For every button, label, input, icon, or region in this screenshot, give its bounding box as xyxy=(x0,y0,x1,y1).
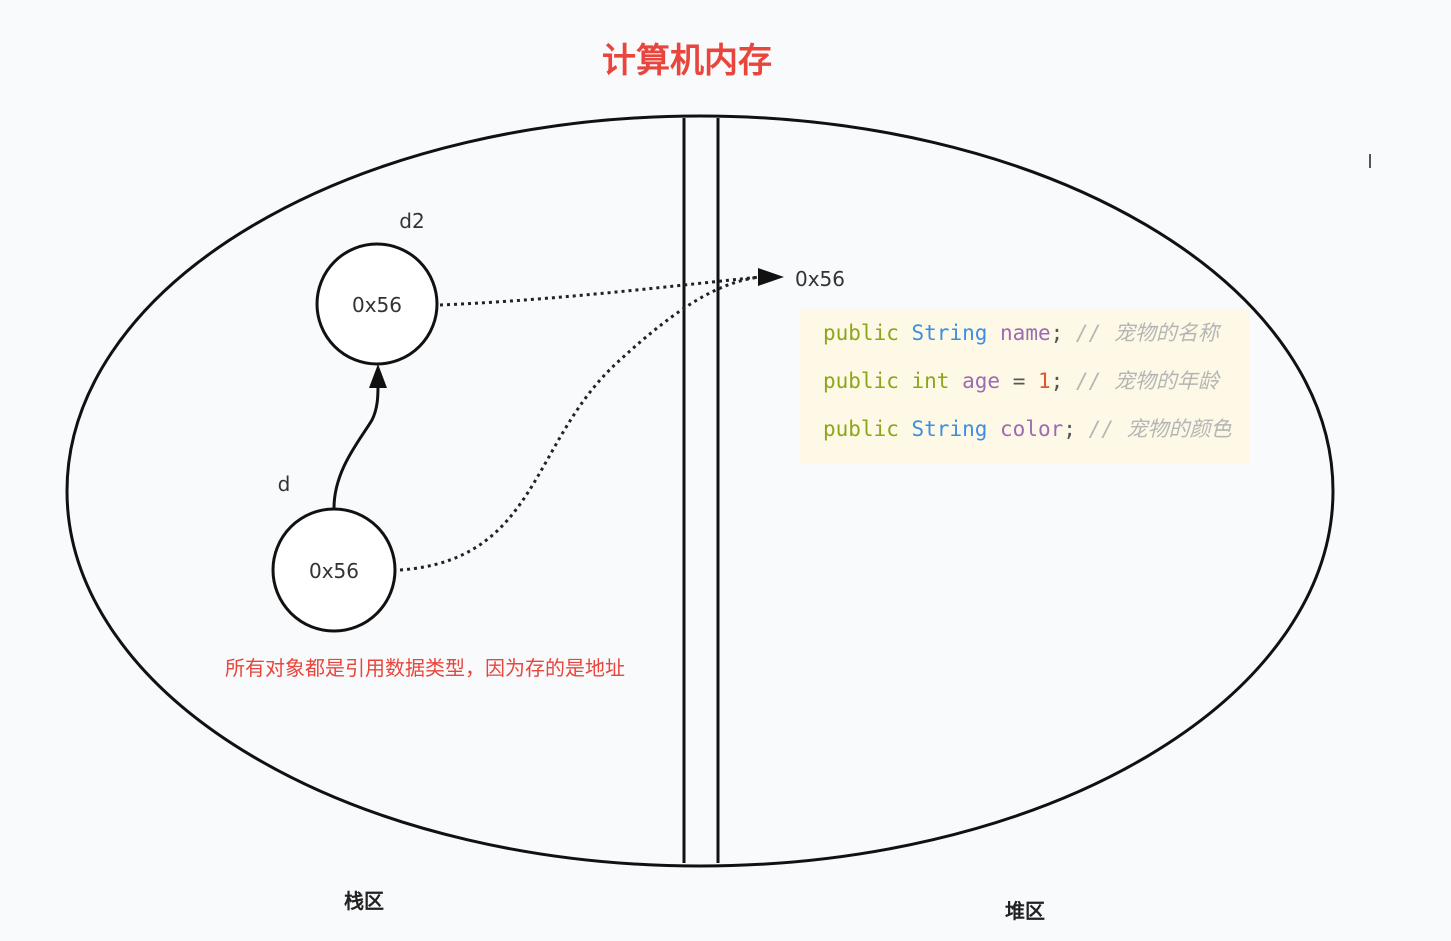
code-semicolon: ; xyxy=(1050,369,1064,393)
code-identifier: age xyxy=(962,369,1001,393)
memory-diagram: 计算机内存 0x56 d2 0x56 d 0x56 所有对象都是引用数据类型，因… xyxy=(0,0,1451,941)
code-type: int xyxy=(911,369,950,393)
text-cursor-icon xyxy=(1369,154,1371,168)
d2-reference-arrow xyxy=(439,275,761,307)
code-operator: = xyxy=(1000,369,1038,393)
d-to-d2-arrow xyxy=(332,384,380,509)
code-number: 1 xyxy=(1037,369,1051,393)
code-comment: // 宠物的年龄 xyxy=(1075,369,1219,393)
diagram-title: 计算机内存 xyxy=(602,41,772,81)
d-reference-arrow xyxy=(399,275,761,572)
code-type: String xyxy=(911,417,988,441)
memory-ellipse xyxy=(65,114,1335,868)
d2-label: d2 xyxy=(399,209,424,233)
d-to-d2-arrowhead xyxy=(369,364,387,388)
code-type: String xyxy=(911,321,988,345)
code-keyword: public xyxy=(823,369,899,393)
d-value: 0x56 xyxy=(309,559,359,583)
code-semicolon: ; xyxy=(1063,417,1076,441)
d2-value: 0x56 xyxy=(352,293,402,317)
code-comment: // 宠物的颜色 xyxy=(1088,417,1232,441)
code-line-name: public String name; // 宠物的名称 xyxy=(823,319,1219,347)
stack-region-label: 栈区 xyxy=(344,889,384,913)
code-keyword: public xyxy=(823,321,899,345)
d-label: d xyxy=(278,472,291,496)
code-line-color: public String color; // 宠物的颜色 xyxy=(823,415,1232,443)
code-line-age: public int age = 1; // 宠物的年龄 xyxy=(823,367,1219,395)
code-keyword: public xyxy=(823,417,899,441)
reference-note: 所有对象都是引用数据类型，因为存的是地址 xyxy=(225,656,625,680)
heap-arrowhead xyxy=(758,268,784,286)
code-identifier: name xyxy=(1000,321,1051,345)
diagram-canvas: 计算机内存 0x56 d2 0x56 d 0x56 所有对象都是引用数据类型，因… xyxy=(65,41,1335,923)
code-comment: // 宠物的名称 xyxy=(1075,321,1219,345)
heap-region-label: 堆区 xyxy=(1005,899,1045,923)
code-semicolon: ; xyxy=(1050,321,1064,345)
object-fields-code: public String name; // 宠物的名称 public int … xyxy=(800,309,1250,464)
code-identifier: color xyxy=(1000,417,1064,441)
heap-address-label: 0x56 xyxy=(795,267,845,291)
